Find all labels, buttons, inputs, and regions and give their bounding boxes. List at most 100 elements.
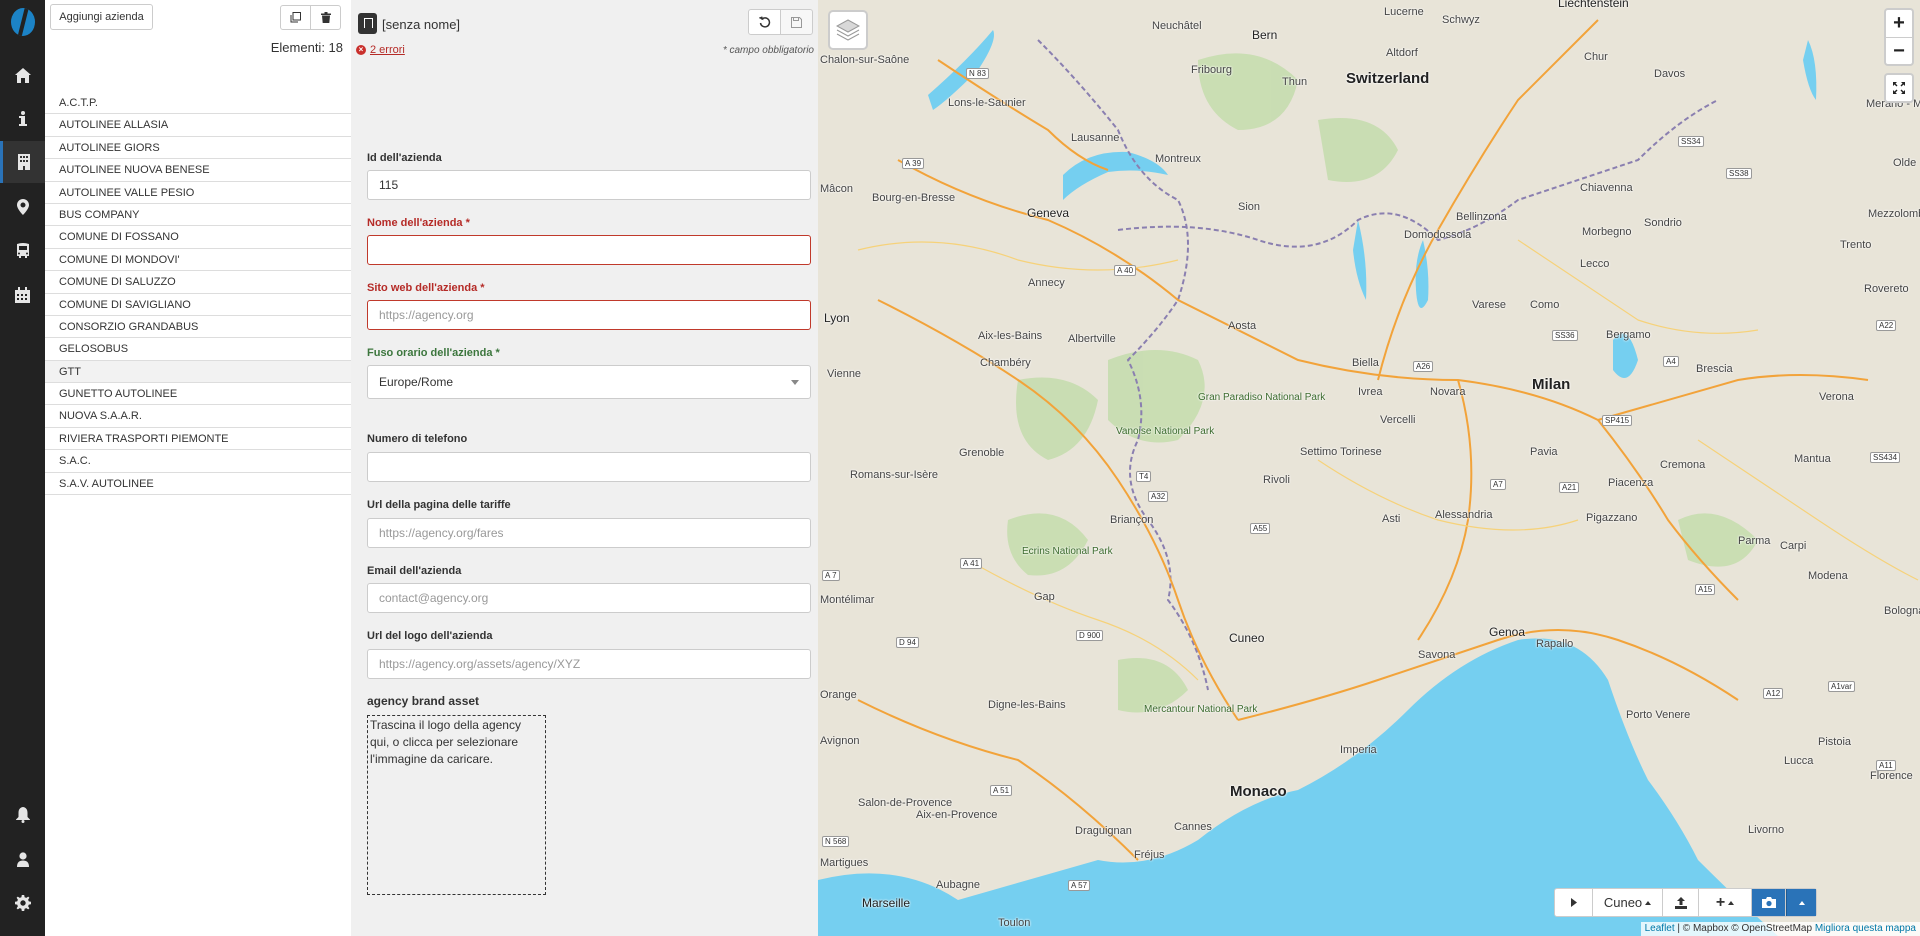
region-label: Cuneo — [1603, 895, 1643, 910]
undo-button[interactable] — [748, 9, 781, 35]
agency-list-item[interactable]: AUTOLINEE ALLASIA — [45, 114, 351, 137]
agency-list-item[interactable]: A.C.T.P. — [45, 92, 351, 115]
play-button[interactable] — [1555, 889, 1593, 916]
road-shield: A55 — [1250, 523, 1271, 534]
map-base — [818, 19, 1919, 936]
agency-list-item[interactable]: S.A.V. AUTOLINEE — [45, 473, 351, 496]
map-label-macon: Mâcon — [820, 183, 854, 195]
map-label-annecy: Annecy — [1028, 277, 1065, 289]
form-title: [senza nome] — [382, 17, 461, 32]
add-agency-button[interactable]: Aggiungi azienda — [50, 4, 153, 30]
agency-list-item[interactable]: AUTOLINEE GIORS — [45, 137, 351, 160]
zoom-control: + − — [1884, 8, 1914, 66]
error-icon: × — [356, 45, 366, 55]
map-label-alessandria: Alessandria — [1435, 509, 1493, 521]
agency-list-item[interactable]: COMUNE DI FOSSANO — [45, 226, 351, 249]
road-shield: A 40 — [1114, 265, 1137, 276]
map-label-pavia: Pavia — [1530, 446, 1558, 458]
map-label-lyon: Lyon — [824, 311, 850, 325]
duplicate-button[interactable] — [280, 5, 311, 30]
map-label-biella: Biella — [1352, 357, 1379, 369]
home-icon[interactable] — [0, 54, 45, 96]
layers-button[interactable] — [828, 10, 868, 50]
map-label-martigues: Martigues — [820, 857, 869, 869]
timezone-label: Fuso orario dell'azienda * — [367, 347, 500, 359]
map-label-portovenere: Porto Venere — [1626, 709, 1691, 721]
fares-label: Url della pagina delle tariffe — [367, 499, 511, 511]
map-label-novara: Novara — [1430, 386, 1466, 398]
phone-input[interactable] — [367, 452, 811, 482]
agency-id-input[interactable] — [367, 170, 811, 200]
agency-website-input[interactable] — [367, 300, 811, 330]
road-shield: SS34 — [1678, 136, 1704, 147]
bell-icon[interactable] — [0, 794, 45, 836]
map-label-fribourg: Fribourg — [1191, 64, 1232, 76]
copy-icon — [290, 12, 301, 23]
map-label-paradiso: Gran Paradiso National Park — [1198, 392, 1326, 403]
agency-list-item[interactable]: GTT — [45, 360, 351, 384]
map-label-rivoli: Rivoli — [1263, 474, 1290, 486]
map-label-mezzolombardo: Mezzolombardo — [1868, 208, 1920, 220]
improve-map-link[interactable]: Migliora questa mappa — [1815, 923, 1916, 934]
map[interactable]: Switzerland Milan Monaco Marseille Bern Lucer… — [818, 0, 1920, 936]
map-label-asti: Asti — [1382, 513, 1401, 525]
region-dropdown[interactable]: Cuneo — [1593, 889, 1663, 916]
map-label-valence: Romans-sur-Isère — [850, 469, 939, 481]
agency-list-item[interactable]: COMUNE DI SAVIGLIANO — [45, 294, 351, 316]
map-label-gap: Gap — [1034, 591, 1055, 603]
agency-list-item[interactable]: RIVIERA TRASPORTI PIEMONTE — [45, 428, 351, 451]
map-label-aixbains: Aix-les-Bains — [978, 330, 1043, 342]
calendar-icon[interactable] — [0, 274, 45, 316]
agency-list-item[interactable]: GUNETTO AUTOLINEE — [45, 383, 351, 406]
map-label-olde: Olde — [1893, 157, 1917, 169]
map-marker-icon[interactable] — [0, 186, 45, 228]
agency-list-item[interactable]: CONSORZIO GRANDABUS — [45, 316, 351, 339]
fullscreen-button[interactable] — [1884, 73, 1914, 103]
upload-button[interactable] — [1663, 889, 1699, 916]
agency-list-item[interactable]: AUTOLINEE NUOVA BENESE — [45, 159, 351, 182]
logo-url-input[interactable] — [367, 649, 811, 679]
road-shield: N 83 — [966, 68, 989, 79]
agency-list-item[interactable]: COMUNE DI SALUZZO — [45, 271, 351, 294]
agency-list-item[interactable]: GELOSOBUS — [45, 338, 351, 361]
app-logo[interactable] — [11, 8, 35, 36]
email-input[interactable] — [367, 583, 811, 613]
zoom-in-button[interactable]: + — [1886, 10, 1912, 37]
snapshot-options-dropdown[interactable] — [1786, 889, 1816, 916]
building-icon[interactable] — [0, 141, 45, 183]
road-shield: A15 — [1695, 584, 1716, 595]
agency-list-item[interactable]: AUTOLINEE VALLE PESIO — [45, 182, 351, 204]
fares-url-input[interactable] — [367, 518, 811, 548]
agency-list-item[interactable]: COMUNE DI MONDOVI' — [45, 249, 351, 272]
error-count-link[interactable]: 2 errori — [370, 44, 405, 56]
bus-icon[interactable] — [0, 230, 45, 272]
map-label-montelimar: Montélimar — [820, 594, 875, 606]
gear-icon[interactable] — [0, 882, 45, 924]
map-label-chur: Chur — [1584, 51, 1608, 63]
info-icon[interactable] — [0, 97, 45, 139]
map-label-chiavenna: Chiavenna — [1580, 182, 1633, 194]
agency-name-input[interactable] — [367, 235, 811, 265]
map-label-digne: Digne-les-Bains — [988, 699, 1066, 711]
attribution-text: | © Mapbox © OpenStreetMap — [1677, 923, 1813, 934]
add-dropdown[interactable]: + — [1699, 889, 1752, 916]
error-summary[interactable]: × 2 errori — [356, 44, 405, 56]
agency-list-item[interactable]: S.A.C. — [45, 450, 351, 473]
logo-dropzone[interactable]: Trascina il logo della agency qui, o cli… — [367, 715, 546, 895]
timezone-select[interactable]: Europe/Rome — [367, 365, 811, 399]
chevron-down-icon — [791, 379, 799, 385]
map-label-vanoise: Vanoise National Park — [1116, 426, 1215, 437]
road-shield: SS36 — [1552, 330, 1578, 341]
camera-icon — [1761, 897, 1776, 908]
agency-list-item[interactable]: BUS COMPANY — [45, 204, 351, 227]
timezone-value: Europe/Rome — [379, 375, 454, 389]
road-shield: A 41 — [960, 558, 983, 569]
delete-button[interactable] — [310, 5, 341, 30]
brand-asset-title: agency brand asset — [367, 694, 480, 708]
user-icon[interactable] — [0, 838, 45, 880]
agency-list-item[interactable]: NUOVA S.A.A.R. — [45, 405, 351, 428]
snapshot-button[interactable] — [1752, 889, 1786, 916]
save-button[interactable] — [780, 9, 813, 35]
zoom-out-button[interactable]: − — [1886, 37, 1912, 64]
leaflet-link[interactable]: Leaflet — [1645, 923, 1675, 934]
